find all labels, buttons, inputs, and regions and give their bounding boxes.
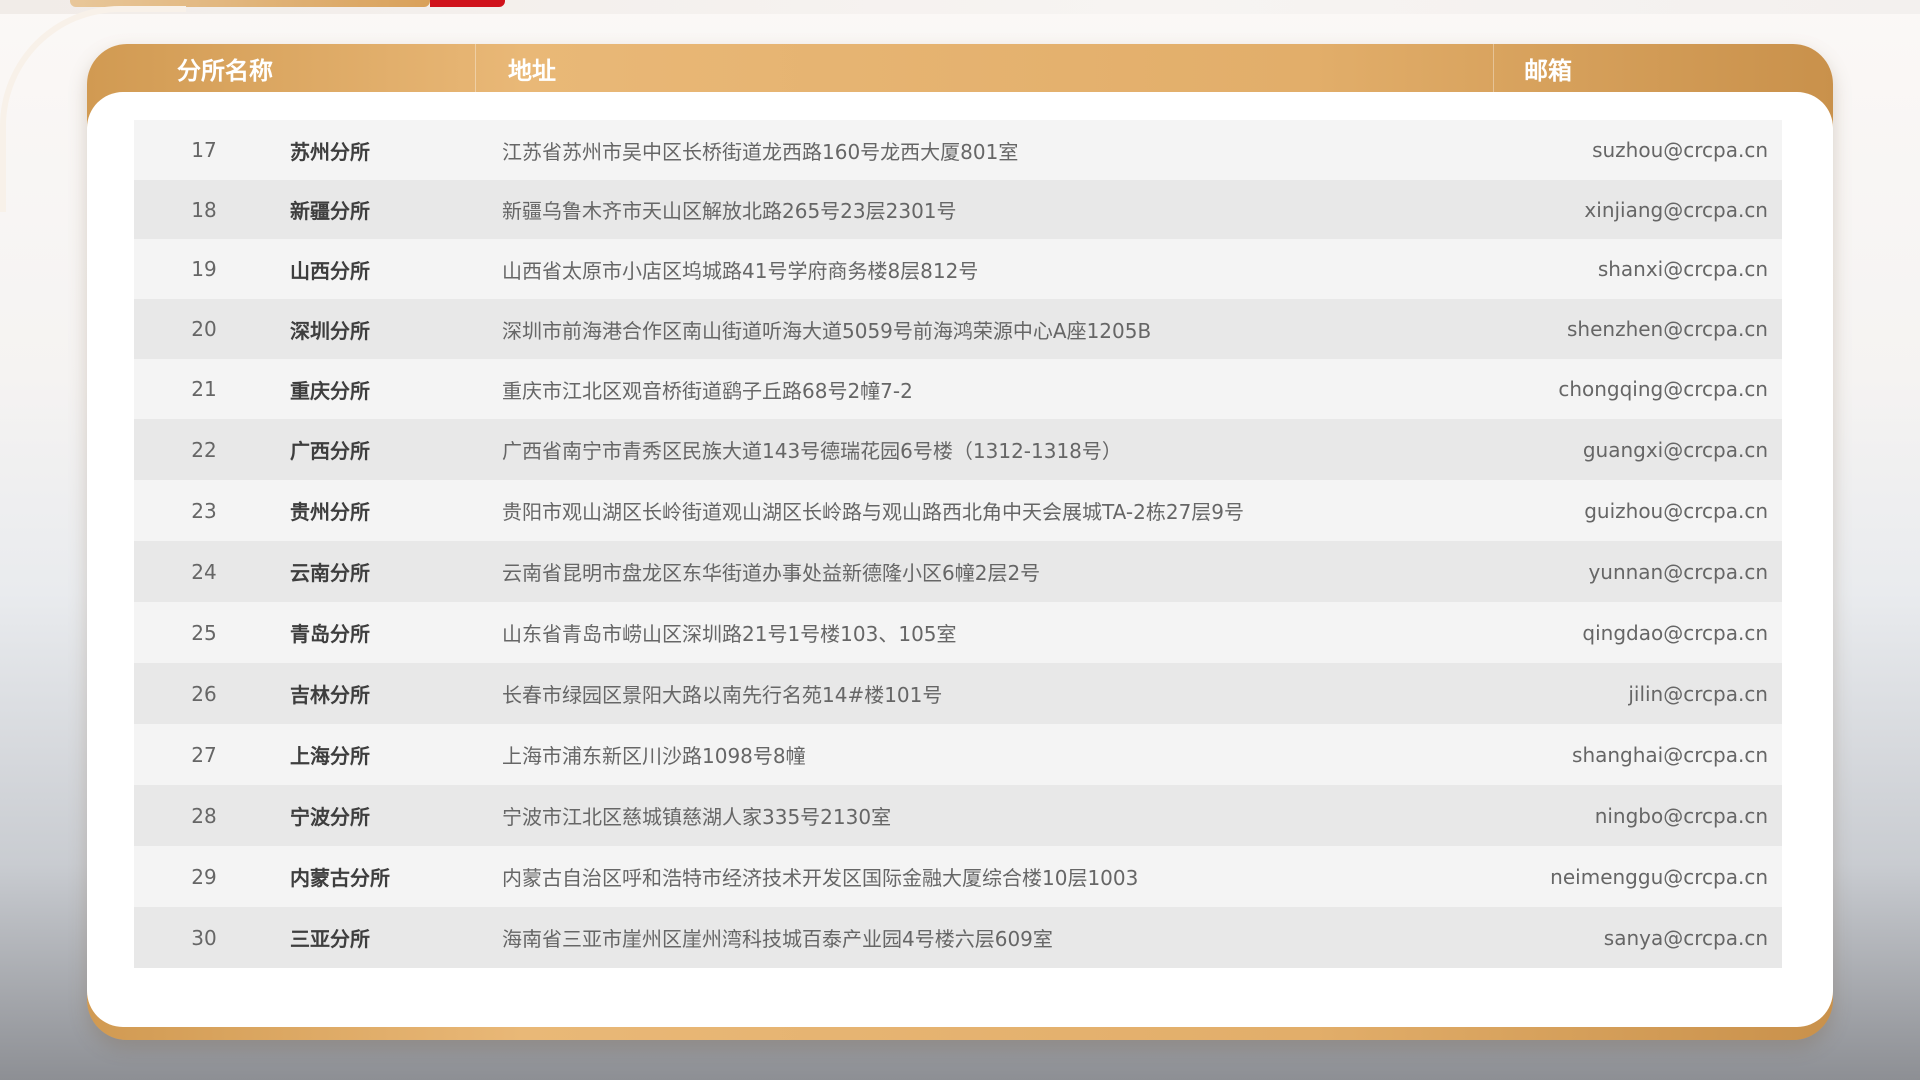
branch-name: 吉林分所	[290, 683, 370, 707]
table-row: 26 吉林分所 长春市绿园区景阳大路以南先行名苑14#楼101号 jilin@crcp…	[134, 663, 1782, 724]
branch-name: 内蒙古分所	[290, 866, 390, 890]
branch-address: 内蒙古自治区呼和浩特市经济技术开发区国际金融大厦综合楼10层1003	[502, 866, 1139, 890]
row-number: 26	[191, 681, 217, 706]
branch-name: 广西分所	[290, 439, 370, 463]
branch-email[interactable]: chongqing@crcpa.cn	[1388, 377, 1782, 401]
branch-email[interactable]: qingdao@crcpa.cn	[1388, 621, 1782, 645]
branch-email[interactable]: yunnan@crcpa.cn	[1388, 560, 1782, 584]
branch-address: 海南省三亚市崖州区崖州湾科技城百泰产业园4号楼六层609室	[502, 927, 1053, 951]
row-number: 21	[191, 377, 217, 401]
row-number: 24	[191, 559, 217, 584]
table-row: 21 重庆分所 重庆市江北区观音桥街道鹞子丘路68号2幢7-2 chongqing@c…	[134, 359, 1782, 419]
table-row: 28 宁波分所 宁波市江北区慈城镇慈湖人家335号2130室 ningbo@crcpa…	[134, 785, 1782, 846]
branch-name: 宁波分所	[290, 805, 370, 829]
header-address: 地址	[476, 44, 1494, 92]
table-body: 17 苏州分所 江苏省苏州市吴中区长桥街道龙西路160号龙西大厦801室 suzhou…	[134, 120, 1782, 968]
table-row: 25 青岛分所 山东省青岛市崂山区深圳路21号1号楼103、105室 qingdao@…	[134, 602, 1782, 663]
branch-address: 山西省太原市小店区坞城路41号学府商务楼8层812号	[502, 258, 979, 283]
branch-email[interactable]: neimenggu@crcpa.cn	[1388, 865, 1782, 889]
branch-address: 新疆乌鲁木齐市天山区解放北路265号23层2301号	[502, 199, 957, 223]
table-row: 18 新疆分所 新疆乌鲁木齐市天山区解放北路265号23层2301号 xinjiang…	[134, 180, 1782, 239]
table-row: 19 山西分所 山西省太原市小店区坞城路41号学府商务楼8层812号 shanxi@c…	[134, 239, 1782, 299]
branch-email[interactable]: shenzhen@crcpa.cn	[1388, 317, 1782, 341]
branch-name: 贵州分所	[290, 500, 370, 524]
branch-email[interactable]: shanghai@crcpa.cn	[1388, 743, 1782, 767]
branch-email[interactable]: guangxi@crcpa.cn	[1388, 438, 1782, 462]
branch-address: 长春市绿园区景阳大路以南先行名苑14#楼101号	[502, 683, 943, 707]
table-row: 17 苏州分所 江苏省苏州市吴中区长桥街道龙西路160号龙西大厦801室 suzhou…	[134, 120, 1782, 180]
branch-address: 广西省南宁市青秀区民族大道143号德瑞花园6号楼（1312-1318号）	[502, 439, 1122, 463]
branch-email[interactable]: sanya@crcpa.cn	[1388, 926, 1782, 950]
branch-email[interactable]: ningbo@crcpa.cn	[1388, 804, 1782, 828]
branch-name: 深圳分所	[290, 318, 370, 343]
table-row: 23 贵州分所 贵阳市观山湖区长岭街道观山湖区长岭路与观山路西北角中天会展城TA-2…	[134, 480, 1782, 541]
table-row: 22 广西分所 广西省南宁市青秀区民族大道143号德瑞花园6号楼（1312-1318…	[134, 419, 1782, 480]
row-number: 17	[191, 138, 217, 162]
branch-email[interactable]: suzhou@crcpa.cn	[1388, 138, 1782, 162]
branch-name: 新疆分所	[290, 199, 370, 223]
branch-name: 上海分所	[290, 744, 370, 768]
branch-address: 云南省昆明市盘龙区东华街道办事处益新德隆小区6幢2层2号	[502, 561, 1041, 585]
branch-name: 云南分所	[290, 561, 370, 585]
row-number: 18	[191, 197, 217, 222]
branch-email[interactable]: jilin@crcpa.cn	[1388, 682, 1782, 706]
table-row: 24 云南分所 云南省昆明市盘龙区东华街道办事处益新德隆小区6幢2层2号 yunnan…	[134, 541, 1782, 602]
branch-email[interactable]: guizhou@crcpa.cn	[1388, 499, 1782, 523]
branch-address: 重庆市江北区观音桥街道鹞子丘路68号2幢7-2	[502, 378, 913, 403]
row-number: 23	[191, 498, 217, 523]
branch-address: 深圳市前海港合作区南山街道听海大道5059号前海鸿荣源中心A座1205B	[502, 318, 1152, 343]
row-number: 20	[191, 317, 217, 341]
row-number: 22	[191, 437, 217, 462]
top-accent-red-bar	[430, 0, 505, 7]
branch-email[interactable]: shanxi@crcpa.cn	[1388, 257, 1782, 281]
branch-table-card: 分所名称 地址 邮箱 17 苏州分所 江苏省苏州市吴中区长桥街道龙西路160号龙西大…	[87, 44, 1833, 1040]
row-number: 25	[191, 620, 217, 645]
header-email: 邮箱	[1524, 56, 1572, 85]
row-number: 27	[191, 742, 217, 767]
branch-address: 贵阳市观山湖区长岭街道观山湖区长岭路与观山路西北角中天会展城TA-2栋27层9号	[502, 500, 1245, 524]
branch-email[interactable]: xinjiang@crcpa.cn	[1388, 198, 1782, 222]
table-row: 20 深圳分所 深圳市前海港合作区南山街道听海大道5059号前海鸿荣源中心A座120…	[134, 299, 1782, 359]
header-branch-name: 分所名称	[87, 44, 476, 92]
branch-address: 山东省青岛市崂山区深圳路21号1号楼103、105室	[502, 622, 957, 646]
branch-address: 上海市浦东新区川沙路1098号8幢	[502, 744, 806, 768]
table-row: 29 内蒙古分所 内蒙古自治区呼和浩特市经济技术开发区国际金融大厦综合楼10层100…	[134, 846, 1782, 907]
table-header: 分所名称 地址 邮箱	[87, 44, 1833, 92]
branch-address: 江苏省苏州市吴中区长桥街道龙西路160号龙西大厦801室	[502, 139, 1019, 164]
branch-name: 青岛分所	[290, 622, 370, 646]
row-number: 29	[191, 864, 217, 889]
row-number: 19	[191, 257, 217, 281]
row-number: 28	[191, 803, 217, 828]
row-number: 30	[191, 925, 217, 950]
table-row: 30 三亚分所 海南省三亚市崖州区崖州湾科技城百泰产业园4号楼六层609室 sanya…	[134, 907, 1782, 968]
branch-address: 宁波市江北区慈城镇慈湖人家335号2130室	[502, 805, 892, 829]
table-row: 27 上海分所 上海市浦东新区川沙路1098号8幢 shanghai@crcpa.cn	[134, 724, 1782, 785]
branch-name: 苏州分所	[290, 139, 370, 164]
table-panel: 17 苏州分所 江苏省苏州市吴中区长桥街道龙西路160号龙西大厦801室 suzhou…	[87, 92, 1833, 1027]
branch-name: 三亚分所	[290, 927, 370, 951]
branch-name: 山西分所	[290, 258, 370, 283]
branch-name: 重庆分所	[290, 378, 370, 403]
